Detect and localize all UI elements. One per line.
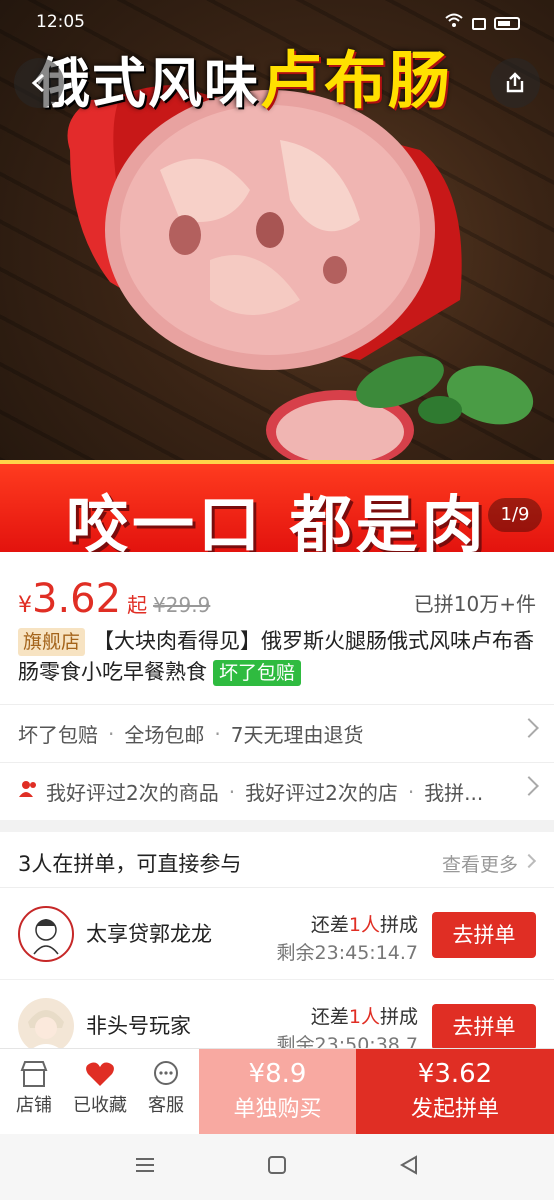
favorite-label: 已收藏: [73, 1095, 127, 1116]
home-nav-icon[interactable]: [266, 1154, 288, 1180]
need-suffix: 拼成: [379, 1006, 418, 1028]
separator-dot: ·: [108, 721, 115, 746]
original-price: ¥29.9: [153, 593, 211, 617]
image-pager: 1/9: [488, 498, 542, 532]
service-row[interactable]: 坏了包赔 · 全场包邮 · 7天无理由退货: [0, 704, 554, 762]
guarantee-tag: 坏了包赔: [213, 660, 302, 686]
hero-title-yellow: 卢布肠: [260, 44, 453, 117]
store-icon: [2, 1057, 66, 1091]
status-time: 12:05: [36, 12, 85, 32]
avatar[interactable]: [18, 998, 74, 1054]
member-name: 非头号玩家: [86, 1014, 191, 1038]
price-suffix: 起: [127, 593, 148, 617]
bottom-action-bar: 店铺 已收藏 客服 ¥8.9 单独购买 ¥3.62 发起拼单: [0, 1048, 554, 1135]
join-group-button[interactable]: 去拼单: [432, 912, 536, 958]
buy-alone-button[interactable]: ¥8.9 单独购买: [199, 1049, 356, 1135]
hero-banner: 咬一口 都是肉: [0, 460, 554, 552]
separator-dot: ·: [228, 779, 236, 804]
service-item: 7天无理由退货: [230, 723, 364, 747]
time-left: 剩余23:45:14.7: [276, 942, 418, 964]
solo-price: ¥8.9: [248, 1059, 307, 1089]
separator-dot: ·: [214, 721, 221, 746]
service-item: 全场包邮: [124, 723, 205, 747]
store-label: 店铺: [16, 1095, 52, 1116]
hero-title: 俄式风味卢布肠: [36, 30, 452, 120]
battery-icon: [494, 17, 520, 30]
need-text: 还差1人拼成: [311, 910, 418, 937]
signal-icon: [472, 17, 486, 30]
need-prefix: 还差: [310, 914, 349, 936]
store-button[interactable]: 店铺: [2, 1057, 66, 1117]
system-navigation-bar: [0, 1134, 554, 1200]
chat-icon: [134, 1057, 198, 1091]
group-buy-section: 3人在拼单，可直接参与 查看更多 太享贷郭龙龙 还差1人拼成 剩余23:45:1…: [0, 832, 554, 1072]
share-icon: [506, 72, 524, 93]
banner-text: 咬一口 都是肉: [66, 488, 488, 552]
favorite-button[interactable]: 已收藏: [68, 1057, 132, 1117]
group-label: 发起拼单: [410, 1097, 499, 1122]
status-icons: [444, 13, 520, 34]
need-suffix: 拼成: [379, 914, 418, 936]
price-value: 3.62: [32, 576, 122, 622]
join-group-button[interactable]: 去拼单: [432, 1004, 536, 1050]
people-icon: [18, 779, 40, 804]
sold-count: 已拼10万+件: [413, 592, 536, 616]
flagship-tag[interactable]: 旗舰店: [18, 628, 86, 656]
review-item: 我好评过2次的商品: [46, 781, 219, 805]
need-count: 1人: [348, 1006, 380, 1028]
price-row: ¥ 3.62 起 ¥29.9: [18, 576, 210, 626]
service-item: 坏了包赔: [18, 723, 98, 747]
service-label: 客服: [148, 1095, 184, 1116]
review-history-row[interactable]: 我好评过2次的商品 · 我好评过2次的店 · 我拼...: [0, 762, 554, 820]
chevron-right-icon: [519, 718, 539, 738]
start-group-button[interactable]: ¥3.62 发起拼单: [356, 1049, 554, 1135]
need-prefix: 还差: [310, 1006, 349, 1028]
avatar[interactable]: [18, 906, 74, 962]
back-nav-icon[interactable]: [398, 1154, 420, 1180]
back-icon: [31, 73, 44, 93]
product-info: ¥ 3.62 起 ¥29.9 已拼10万+件 旗舰店 【大块肉看得见】俄罗斯火腿肠…: [0, 552, 554, 820]
review-item: 我好评过2次的店: [245, 781, 398, 805]
menu-nav-icon[interactable]: [134, 1154, 156, 1180]
group-row: 太享贷郭龙龙 还差1人拼成 剩余23:45:14.7 去拼单: [0, 888, 554, 980]
group-header: 3人在拼单，可直接参与 查看更多: [0, 832, 554, 888]
share-button[interactable]: [490, 58, 540, 108]
group-price: ¥3.62: [417, 1059, 493, 1089]
separator-dot: ·: [407, 779, 415, 804]
chevron-right-icon: [519, 776, 539, 796]
group-title: 3人在拼单，可直接参与: [18, 852, 242, 876]
customer-service-button[interactable]: 客服: [134, 1057, 198, 1117]
hero-title-white: 俄式风味: [36, 52, 260, 115]
view-more-link[interactable]: 查看更多: [442, 850, 518, 877]
product-hero-image[interactable]: 12:05 俄式风味卢布肠 咬一口 都是肉 1/9: [0, 0, 554, 552]
need-text: 还差1人拼成: [311, 1002, 418, 1029]
product-title: 旗舰店 【大块肉看得见】俄罗斯火腿肠俄式风味卢布香肠零食小吃早餐熟食 坏了包赔: [18, 626, 538, 688]
solo-label: 单独购买: [233, 1097, 322, 1122]
need-count: 1人: [348, 914, 380, 936]
currency-symbol: ¥: [18, 593, 32, 618]
back-button[interactable]: [14, 58, 64, 108]
heart-icon: [68, 1057, 132, 1091]
member-name: 太享贷郭龙龙: [86, 922, 212, 946]
review-item: 我拼...: [424, 781, 484, 805]
product-page: 12:05 俄式风味卢布肠 咬一口 都是肉 1/9 ¥ 3.62 起 ¥29.9…: [0, 0, 554, 1200]
chevron-right-icon: [521, 853, 537, 869]
